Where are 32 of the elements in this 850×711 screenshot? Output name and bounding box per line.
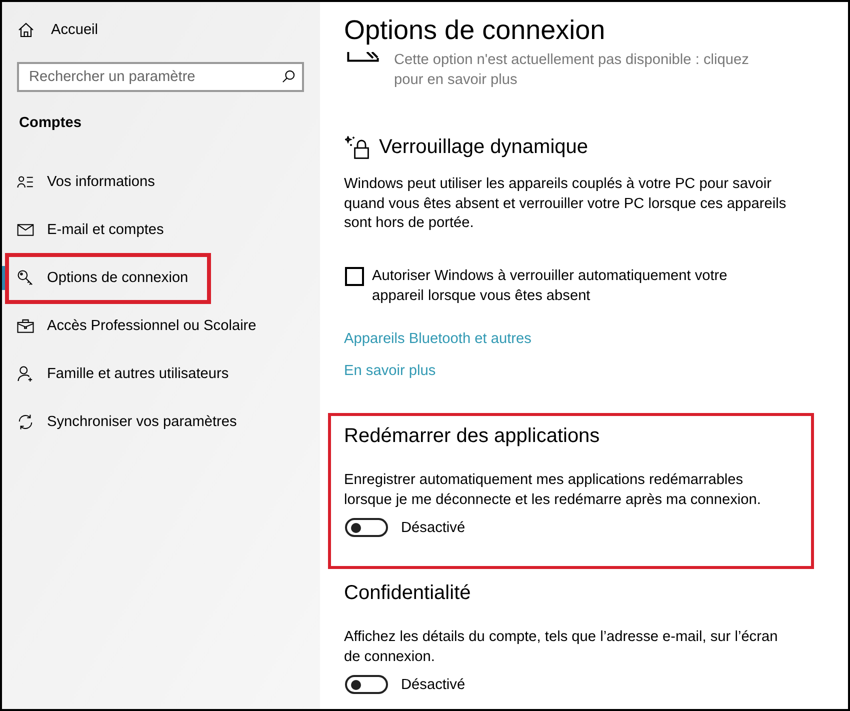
briefcase-icon (17, 319, 34, 333)
person-plus-icon (17, 366, 34, 382)
sidebar-item[interactable]: Vos informations (2, 158, 320, 206)
toggle-state-label: Désactivé (401, 518, 466, 538)
section-heading: Verrouillage dynamique (379, 135, 588, 160)
section-heading: Confidentialité (344, 580, 471, 606)
description-text: Windows peut utiliser les appareils couplés à votre PC pour savoir quand vous êtes absent et verrouiller votre PC lorsque ces appareils sont hors de portée. (344, 175, 788, 233)
envelope-icon (17, 224, 34, 236)
cropped-frame-icon (347, 52, 379, 62)
toggle-switch[interactable] (345, 518, 388, 537)
toggle-state-label: Désactivé (401, 676, 466, 694)
toggle-switch[interactable] (345, 675, 388, 694)
description-text: Enregistrer automatiquement mes applications redémarrables lorsque je me déconnecte et les redémarre après ma connexion. (344, 470, 762, 510)
sidebar-item[interactable]: Options de connexion (2, 254, 320, 302)
sidebar-item[interactable]: E-mail et comptes (2, 206, 320, 254)
sidebar-item[interactable]: Synchroniser vos paramètres (2, 398, 320, 446)
page-title: Options de connexion (344, 14, 606, 47)
search-field[interactable]: Rechercher un paramètre (17, 62, 304, 92)
home-icon (18, 22, 34, 38)
home-link[interactable]: Accueil (2, 8, 98, 52)
sidebar-item[interactable]: Famille et autres utilisateurs (2, 350, 320, 398)
sparkle-lock-icon (345, 136, 369, 158)
sync-icon (17, 414, 34, 430)
search-icon (282, 70, 295, 83)
sidebar-item[interactable]: Accès Professionnel ou Scolaire (2, 302, 320, 350)
description-text: Affichez les détails du compte, tels que l’adresse e-mail, sur l’écran de connexion. (344, 628, 779, 666)
group-heading: Comptes (19, 114, 82, 133)
section-heading: Redémarrer des applications (344, 424, 600, 448)
checkbox[interactable] (345, 266, 364, 286)
person-list-icon (17, 176, 34, 188)
key-icon (17, 270, 34, 286)
checkbox-label[interactable]: Autoriser Windows à verrouiller automatiquement votre appareil lorsque vous êtes absent (372, 266, 772, 306)
